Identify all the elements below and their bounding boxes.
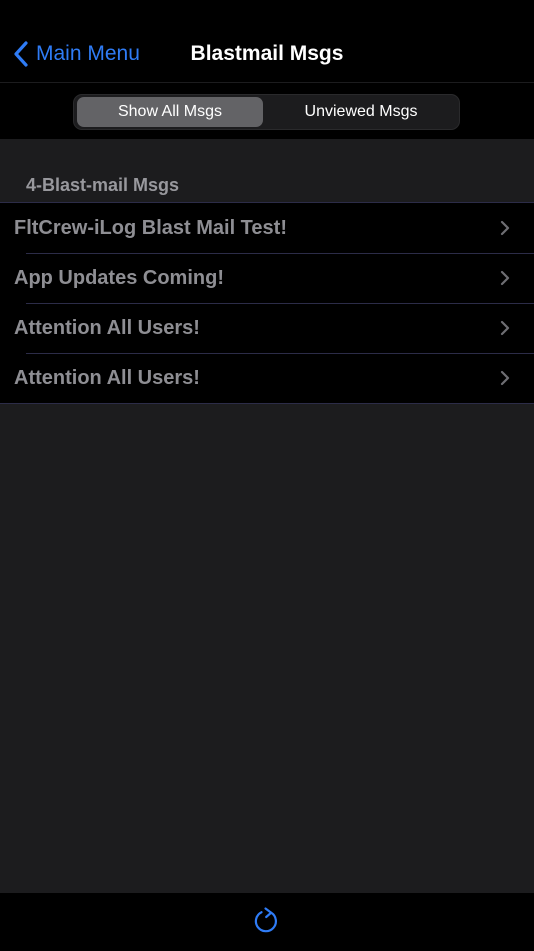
message-list-area: 4-Blast-mail Msgs FltCrew-iLog Blast Mai… xyxy=(0,139,534,892)
page-title: Blastmail Msgs xyxy=(190,42,344,65)
message-filter-segmented-control: Show All Msgs Unviewed Msgs xyxy=(73,94,460,130)
refresh-button[interactable] xyxy=(253,906,281,936)
list-item-label: App Updates Coming! xyxy=(14,267,224,289)
list-item[interactable]: Attention All Users! xyxy=(0,303,534,353)
list-item[interactable]: App Updates Coming! xyxy=(0,253,534,303)
section-header: 4-Blast-mail Msgs xyxy=(26,175,180,195)
segment-unviewed[interactable]: Unviewed Msgs xyxy=(266,97,456,127)
bottom-toolbar xyxy=(0,892,534,951)
navigation-bar: Main Menu Blastmail Msgs xyxy=(0,0,534,83)
segment-show-all[interactable]: Show All Msgs xyxy=(77,97,263,127)
list-item-label: Attention All Users! xyxy=(14,367,200,389)
list-item[interactable]: FltCrew-iLog Blast Mail Test! xyxy=(0,203,534,253)
segment-bar: Show All Msgs Unviewed Msgs xyxy=(0,83,534,139)
refresh-icon xyxy=(253,907,281,940)
list-item[interactable]: Attention All Users! xyxy=(0,353,534,403)
list-item-label: FltCrew-iLog Blast Mail Test! xyxy=(14,217,287,239)
message-list: FltCrew-iLog Blast Mail Test! App Update… xyxy=(0,202,534,404)
list-item-label: Attention All Users! xyxy=(14,317,200,339)
